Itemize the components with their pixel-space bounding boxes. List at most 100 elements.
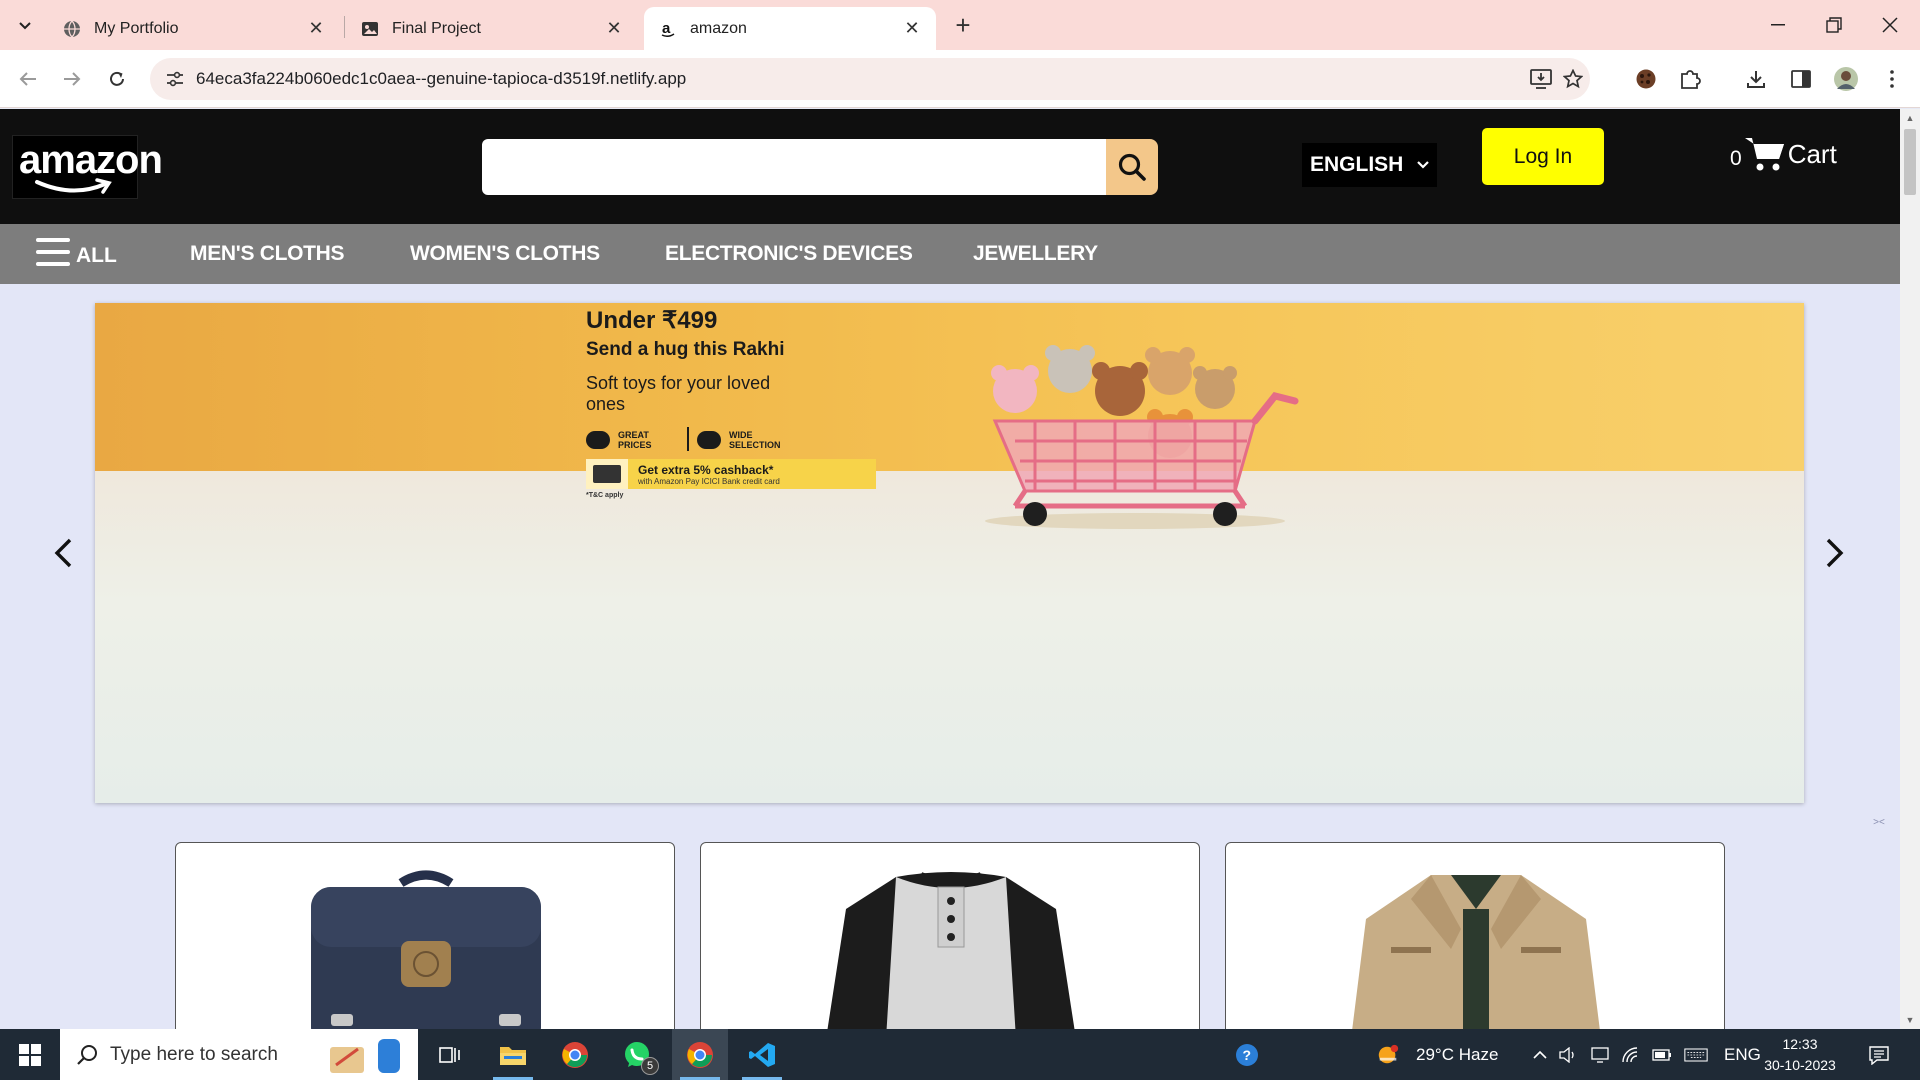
tab-my-portfolio[interactable]: My Portfolio ✕ — [48, 7, 340, 50]
weather-text[interactable]: 29°C Haze — [1416, 1029, 1498, 1080]
cashback-offer: Get extra 5% cashback* with Amazon Pay I… — [586, 459, 876, 489]
login-button[interactable]: Log In — [1482, 128, 1604, 185]
amazon-logo[interactable]: amazon — [12, 135, 163, 199]
cookie-extension-icon[interactable] — [1630, 63, 1662, 95]
scroll-thumb[interactable] — [1904, 129, 1916, 195]
terms-note: *T&C apply — [586, 492, 624, 499]
scroll-down-icon[interactable]: ▼ — [1905, 1015, 1915, 1025]
tab-search-button[interactable] — [10, 10, 40, 40]
nav-mens-cloths[interactable]: MEN'S CLOTHS — [190, 224, 345, 284]
selection-icon — [697, 431, 721, 449]
start-button[interactable] — [0, 1029, 60, 1080]
search-icon — [76, 1044, 98, 1066]
restore-button[interactable] — [1806, 0, 1862, 50]
file-explorer-app[interactable] — [485, 1029, 541, 1080]
clock-date: 30-10-2023 — [1764, 1057, 1836, 1073]
cart-link[interactable]: 0 Cart — [1730, 135, 1837, 173]
chevron-down-icon — [19, 22, 31, 30]
clock[interactable]: 12:33 30-10-2023 — [1764, 1034, 1836, 1076]
site-search-input[interactable] — [482, 139, 1108, 195]
credit-card-icon — [586, 459, 628, 489]
tab-title: amazon — [690, 19, 747, 37]
address-bar[interactable]: 64eca3fa224b060edc1c0aea--genuine-tapioc… — [150, 58, 1590, 100]
chrome-app[interactable] — [547, 1029, 603, 1080]
chrome-profile-app[interactable] — [672, 1029, 728, 1080]
whatsapp-app[interactable]: 5 — [609, 1029, 665, 1080]
side-tool-icon[interactable]: >< — [1866, 809, 1892, 835]
jacket-image — [1351, 869, 1601, 1029]
nav-jewellery[interactable]: JEWELLERY — [973, 224, 1098, 284]
task-view-icon — [439, 1046, 460, 1063]
nav-womens-cloths[interactable]: WOMEN'S CLOTHS — [410, 224, 600, 284]
browser-menu-icon[interactable] — [1876, 63, 1908, 95]
windows-taskbar: Type here to search 5 ? 29°C Haze ENG 12… — [0, 1029, 1920, 1080]
vscode-app[interactable] — [734, 1029, 790, 1080]
carousel-prev-button[interactable] — [46, 531, 80, 575]
close-tab-icon[interactable]: ✕ — [604, 18, 624, 39]
cart-count: 0 — [1730, 147, 1742, 170]
cashback-detail: with Amazon Pay ICICI Bank credit card — [638, 476, 780, 486]
side-panel-icon[interactable] — [1785, 63, 1817, 95]
banner-floor — [95, 471, 1804, 803]
language-select[interactable]: ENGLISH — [1302, 143, 1438, 187]
tab-amazon[interactable]: a amazon ✕ — [644, 7, 936, 50]
close-tab-icon[interactable]: ✕ — [902, 18, 922, 39]
logo-text: amazon — [19, 138, 163, 182]
nav-electronics-devices[interactable]: ELECTRONIC'S DEVICES — [665, 224, 913, 284]
reload-button[interactable] — [100, 62, 134, 96]
scroll-up-icon[interactable]: ▲ — [1905, 113, 1915, 123]
bookmark-star-icon[interactable] — [1558, 64, 1588, 94]
keyboard-icon[interactable] — [1684, 1043, 1708, 1067]
tab-final-project[interactable]: Final Project ✕ — [346, 7, 638, 50]
taskbar-search[interactable]: Type here to search — [60, 1029, 418, 1080]
product-card[interactable] — [175, 842, 675, 1029]
weather-icon — [1376, 1043, 1400, 1067]
minimize-button[interactable] — [1750, 0, 1806, 50]
help-icon[interactable]: ? — [1235, 1043, 1259, 1067]
site-info-icon[interactable] — [160, 64, 190, 94]
chevron-up-icon[interactable] — [1528, 1043, 1552, 1067]
chevron-left-icon — [54, 538, 72, 568]
wifi-icon[interactable] — [1620, 1043, 1644, 1067]
banner-headline: Under ₹499 — [586, 307, 718, 334]
battery-icon[interactable] — [1650, 1043, 1674, 1067]
banner-badge-selection: WIDE SELECTION — [697, 430, 793, 450]
reload-icon — [110, 71, 124, 86]
close-icon — [1882, 17, 1898, 33]
globe-icon — [62, 19, 82, 39]
all-menu-button[interactable]: ALL — [36, 236, 117, 268]
clock-time: 12:33 — [1782, 1036, 1818, 1052]
hero-banner[interactable]: Under ₹499 Send a hug this Rakhi Soft to… — [95, 303, 1804, 803]
badge-divider — [687, 427, 689, 451]
banner-subheadline: Send a hug this Rakhi — [586, 339, 785, 360]
display-icon[interactable] — [1588, 1043, 1612, 1067]
svg-text:?: ? — [1243, 1047, 1252, 1063]
svg-text:a: a — [662, 20, 671, 37]
forward-button[interactable] — [55, 62, 89, 96]
cart-label: Cart — [1787, 138, 1837, 169]
category-nav: ALL MEN'S CLOTHS WOMEN'S CLOTHS ELECTRON… — [0, 224, 1900, 284]
downloads-icon[interactable] — [1740, 63, 1772, 95]
browser-toolbar: 64eca3fa224b060edc1c0aea--genuine-tapioc… — [0, 50, 1920, 108]
volume-icon[interactable] — [1556, 1043, 1580, 1067]
product-card[interactable] — [700, 842, 1200, 1029]
carousel-next-button[interactable] — [1818, 531, 1852, 575]
product-card[interactable] — [1225, 842, 1725, 1029]
input-language[interactable]: ENG — [1724, 1029, 1761, 1080]
notifications-icon[interactable] — [1867, 1043, 1891, 1067]
arrow-left-icon — [19, 72, 36, 86]
extensions-puzzle-icon[interactable] — [1674, 63, 1706, 95]
banner-description: Soft toys for your loved ones — [586, 373, 771, 414]
hamburger-icon — [36, 238, 70, 266]
back-button[interactable] — [11, 62, 45, 96]
new-tab-button[interactable]: + — [948, 10, 978, 40]
close-tab-icon[interactable]: ✕ — [306, 18, 326, 39]
windows-logo-icon — [19, 1043, 41, 1066]
close-window-button[interactable] — [1862, 0, 1918, 50]
site-search-button[interactable] — [1106, 139, 1158, 195]
install-app-icon[interactable] — [1526, 64, 1556, 94]
price-tag-icon — [586, 431, 610, 449]
task-view-button[interactable] — [422, 1029, 478, 1080]
profile-avatar[interactable] — [1830, 63, 1862, 95]
page-scrollbar[interactable]: ▲ ▼ — [1900, 109, 1920, 1029]
